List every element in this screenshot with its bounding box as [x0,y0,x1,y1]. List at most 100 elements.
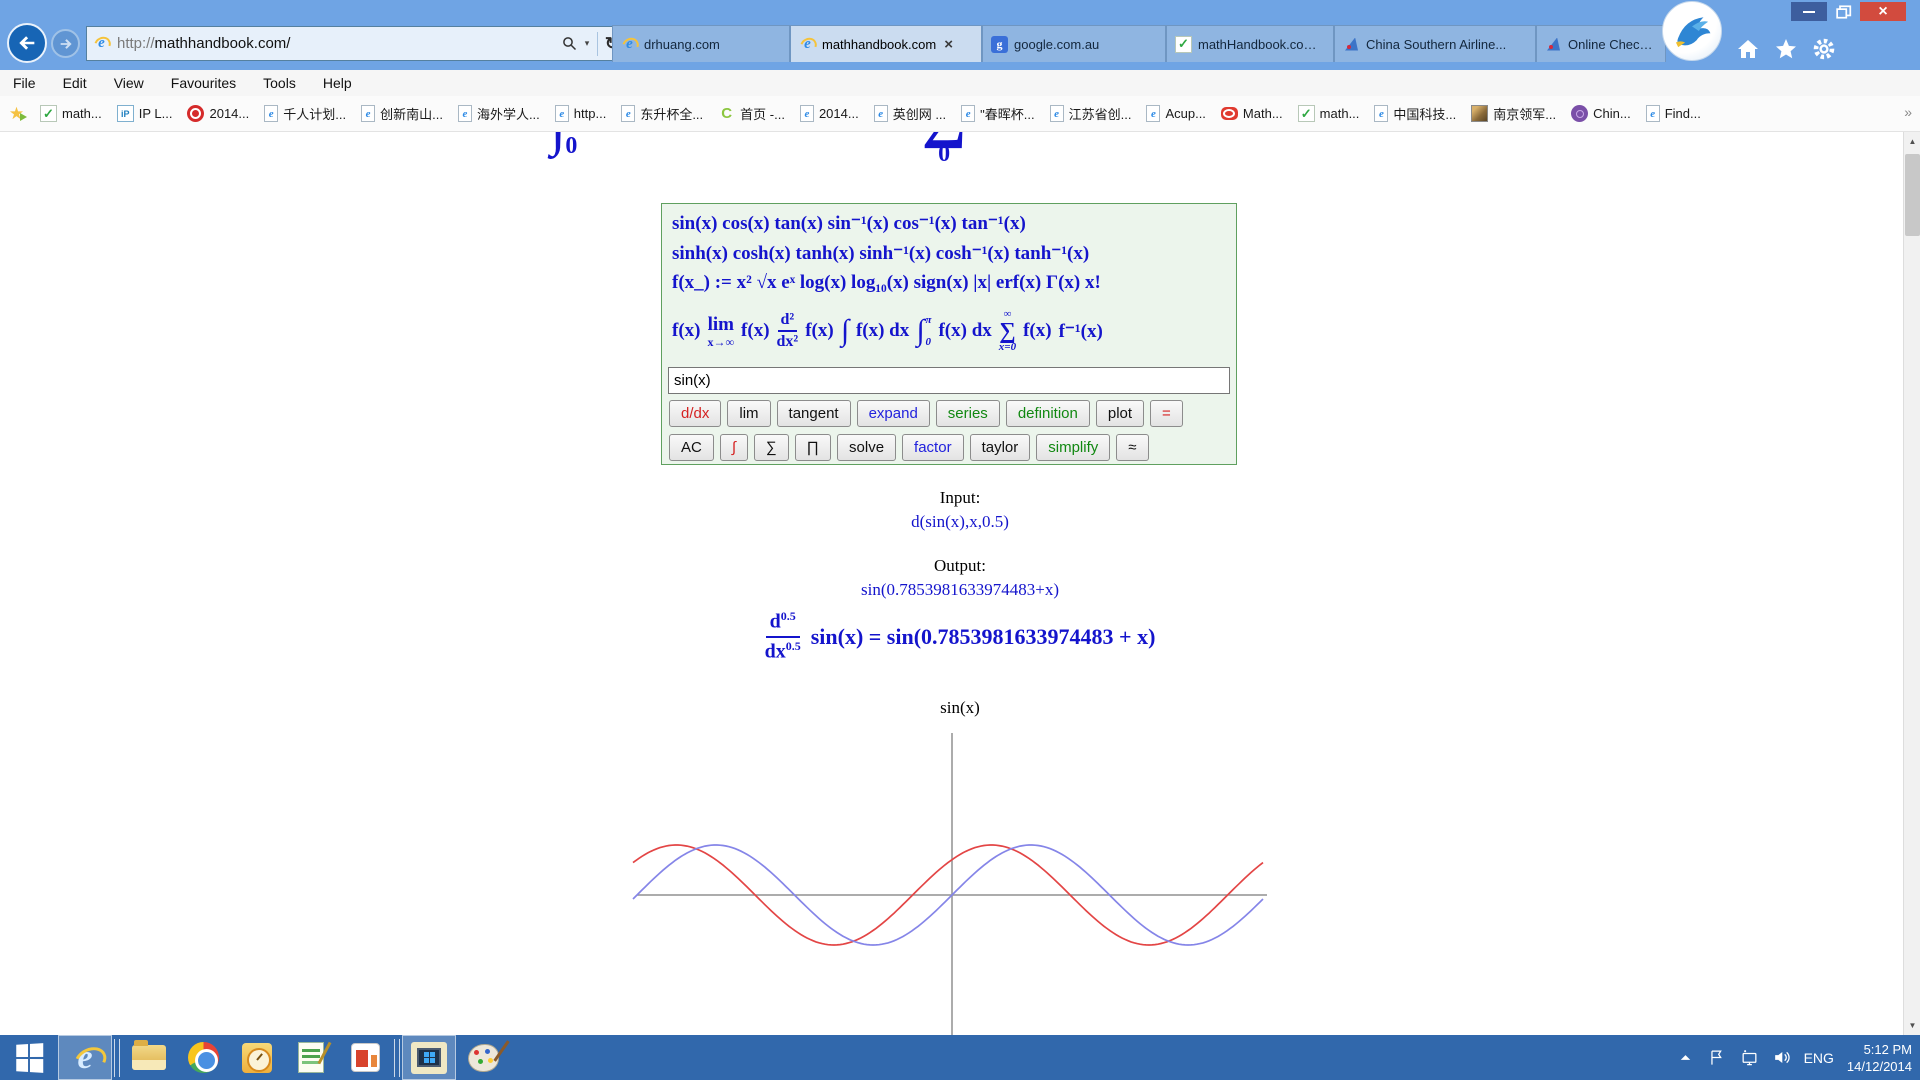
math-button-definition[interactable]: definition [1006,400,1090,427]
math-button-tangent[interactable]: tangent [777,400,851,427]
back-button[interactable] [7,23,47,63]
menu-edit[interactable]: Edit [63,75,87,91]
ie-page-icon: e [458,105,472,122]
right-arrow-icon [58,36,74,52]
china-southern-icon [1545,36,1562,53]
forward-button[interactable] [51,29,80,58]
math-button-[interactable]: ∫ [720,434,748,461]
menu-tools[interactable]: Tools [263,75,296,91]
math-button-series[interactable]: series [936,400,1000,427]
math-button-[interactable]: ≈ [1116,434,1148,461]
favorite-item-16[interactable]: ✓math... [1298,105,1360,122]
search-icon[interactable] [558,31,580,57]
output-expression: sin(0.7853981633974483+x) [0,580,1920,600]
action-center-flag-icon[interactable] [1708,1048,1727,1067]
math-button-solve[interactable]: solve [837,434,896,461]
scroll-down-arrow[interactable]: ▼ [1904,1017,1920,1034]
scroll-up-arrow[interactable]: ▲ [1904,133,1920,150]
math-button-simplify[interactable]: simplify [1036,434,1110,461]
taskbar-notes[interactable] [284,1035,338,1080]
favorite-item-18[interactable]: 南京领军... [1471,104,1556,123]
taskbar-presentation[interactable] [338,1035,392,1080]
taskbar-display-switch[interactable] [402,1035,456,1080]
favorite-item-7[interactable]: ehttp... [555,105,607,122]
browser-tab-5[interactable]: China Southern Airline... [1334,25,1536,62]
favorites-overflow-chevron[interactable]: » [1904,104,1912,120]
math-button-[interactable]: ∑ [754,434,789,461]
favorite-item-12[interactable]: e"春晖杯... [961,104,1034,123]
restore-icon [1836,5,1852,19]
menu-view[interactable]: View [114,75,144,91]
ie-page-icon: e [961,105,975,122]
browser-tab-1[interactable]: edrhuang.com [612,25,790,62]
browser-tab-2[interactable]: emathhandbook.com× [790,25,982,62]
math-button-[interactable]: ∏ [795,434,831,461]
favorites-button[interactable] [1772,36,1800,62]
home-button[interactable] [1734,36,1762,62]
browser-tab-4[interactable]: ✓mathHandbook.com -... [1166,25,1334,62]
definite-integral-notation: ∫π0 [916,314,931,348]
network-icon[interactable] [1740,1048,1759,1067]
favorite-item-1[interactable]: ✓math... [40,105,102,122]
tab-close-icon[interactable]: × [944,36,953,53]
favorite-item-5[interactable]: e创新南山... [361,104,443,123]
taskbar-outlook[interactable] [230,1035,284,1080]
favorite-item-11[interactable]: e英创网 ... [874,104,946,123]
taskbar-paint[interactable] [456,1035,510,1080]
math-button-ddx[interactable]: d/dx [669,400,721,427]
url-text[interactable]: http://mathhandbook.com/ [117,35,558,52]
favorite-item-10[interactable]: e2014... [800,105,859,122]
settings-button[interactable] [1810,36,1838,62]
favorite-item-20[interactable]: eFind... [1646,105,1701,122]
favorite-item-17[interactable]: e中国科技... [1374,104,1456,123]
favorite-item-15[interactable]: Math... [1221,106,1283,121]
language-indicator[interactable]: ENG [1804,1050,1834,1066]
math-button-plot[interactable]: plot [1096,400,1144,427]
math-button-taylor[interactable]: taylor [970,434,1031,461]
clock[interactable]: 5:12 PM 14/12/2014 [1847,1041,1912,1075]
tray-chevron-up-icon[interactable] [1676,1048,1695,1067]
math-button-expand[interactable]: expand [857,400,930,427]
favorite-item-3[interactable]: 2014... [187,105,249,122]
ip-icon: iP [117,105,134,122]
restore-button[interactable] [1831,2,1857,21]
vertical-scrollbar[interactable]: ▲ ▼ [1903,132,1920,1035]
ie-page-icon: e [555,105,569,122]
menu-file[interactable]: File [13,75,36,91]
close-button[interactable]: × [1860,2,1906,21]
favorite-item-8[interactable]: e东升杯全... [621,104,703,123]
home-icon [1736,37,1760,61]
ie-page-icon: e [361,105,375,122]
taskbar-file-explorer[interactable] [122,1035,176,1080]
volume-icon[interactable] [1772,1048,1791,1067]
favorite-item-9[interactable]: C首页 -... [718,104,785,123]
scroll-thumb[interactable] [1905,154,1920,236]
favorite-item-13[interactable]: e江苏省创... [1050,104,1132,123]
menu-help[interactable]: Help [323,75,352,91]
expression-input[interactable] [668,367,1230,394]
page-content: ∫0 ∑0 sin(x) cos(x) tan(x) sin⁻¹(x) cos⁻… [0,132,1920,1035]
menu-favourites[interactable]: Favourites [171,75,236,91]
clipped-sum-formula: ∑0 [922,132,966,166]
math-button-lim[interactable]: lim [727,400,770,427]
math-button-[interactable]: = [1150,400,1183,427]
math-button-ac[interactable]: AC [669,434,714,461]
math-button-factor[interactable]: factor [902,434,964,461]
search-dropdown-caret[interactable]: ▾ [580,31,594,57]
favorites-bar-star-icon[interactable]: ★ [8,105,25,122]
left-arrow-icon [16,32,38,54]
taskbar-internet-explorer[interactable]: e [58,1035,112,1080]
ie-icon: e [799,36,816,53]
minimize-button[interactable] [1791,2,1827,21]
taskbar-chrome[interactable] [176,1035,230,1080]
favorite-item-4[interactable]: e千人计划... [264,104,346,123]
browser-tab-3[interactable]: ggoogle.com.au [982,25,1166,62]
favorite-item-19[interactable]: Chin... [1571,105,1631,122]
address-bar[interactable]: e http://mathhandbook.com/ ▾ ↻ [86,26,630,61]
favorite-item-14[interactable]: eAcup... [1146,105,1205,122]
taskbar-start[interactable] [0,1035,58,1080]
favorite-item-6[interactable]: e海外学人... [458,104,540,123]
favorite-item-2[interactable]: iPIP L... [117,105,173,122]
oracle-icon [1221,107,1238,120]
browser-tab-6[interactable]: Online Check-in [1536,25,1666,62]
